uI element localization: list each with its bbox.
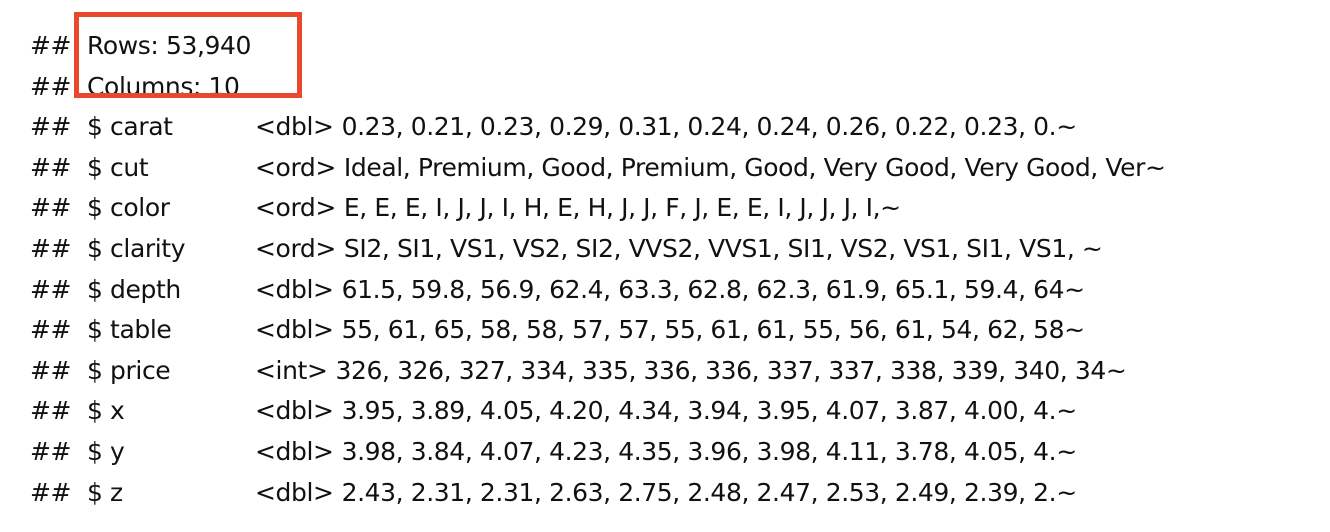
output-line-rows: ## Rows: 53,940 [30,26,1166,67]
column-name: $ price [87,355,171,385]
comment-prefix: ## [30,71,72,101]
column-type: <dbl> [255,274,334,304]
column-row-price: ## $ price <int> 326, 326, 327, 334, 335… [30,351,1166,392]
column-name: $ cut [87,152,149,182]
column-row-carat: ## $ carat <dbl> 0.23, 0.21, 0.23, 0.29,… [30,107,1166,148]
column-row-table: ## $ table <dbl> 55, 61, 65, 58, 58, 57,… [30,310,1166,351]
column-type: <dbl> [255,112,334,142]
column-row-depth: ## $ depth <dbl> 61.5, 59.8, 56.9, 62.4,… [30,270,1166,311]
column-values: 61.5, 59.8, 56.9, 62.4, 63.3, 62.8, 62.3… [341,274,1086,304]
column-name: $ color [87,193,170,223]
comment-prefix: ## [30,112,72,142]
column-name: $ depth [87,274,181,304]
comment-prefix: ## [30,31,72,60]
column-type: <ord> [255,152,336,182]
column-values: 55, 61, 65, 58, 58, 57, 57, 55, 61, 61, … [341,315,1086,345]
column-row-color: ## $ color <ord> E, E, E, I, J, J, I, H,… [30,188,1166,229]
comment-prefix: ## [30,152,72,182]
comment-prefix: ## [30,477,72,507]
column-row-y: ## $ y <dbl> 3.98, 3.84, 4.07, 4.23, 4.3… [30,432,1166,473]
column-row-x: ## $ x <dbl> 3.95, 3.89, 4.05, 4.20, 4.3… [30,391,1166,432]
glimpse-output: ## Rows: 53,940 ## Columns: 10 ## $ cara… [30,26,1166,513]
comment-prefix: ## [30,315,72,345]
column-values: 3.95, 3.89, 4.05, 4.20, 4.34, 3.94, 3.95… [341,396,1078,426]
column-values: 3.98, 3.84, 4.07, 4.23, 4.35, 3.96, 3.98… [341,436,1078,466]
comment-prefix: ## [30,355,72,385]
column-name: $ x [87,396,125,426]
output-line-columns: ## Columns: 10 [30,67,1166,108]
comment-prefix: ## [30,436,72,466]
comment-prefix: ## [30,193,72,223]
column-type: <ord> [255,193,336,223]
column-type: <dbl> [255,396,334,426]
column-type: <dbl> [255,315,334,345]
column-values: 2.43, 2.31, 2.31, 2.63, 2.75, 2.48, 2.47… [341,477,1078,507]
column-name: $ clarity [87,233,186,263]
column-row-z: ## $ z <dbl> 2.43, 2.31, 2.31, 2.63, 2.7… [30,473,1166,514]
column-type: <dbl> [255,477,334,507]
column-row-cut: ## $ cut <ord> Ideal, Premium, Good, Pre… [30,148,1166,189]
comment-prefix: ## [30,274,72,304]
column-name: $ carat [87,112,173,142]
column-name: $ z [87,477,123,507]
rows-count-text: Rows: 53,940 [87,31,252,60]
column-type: <int> [255,355,328,385]
column-row-clarity: ## $ clarity <ord> SI2, SI1, VS1, VS2, S… [30,229,1166,270]
column-values: Ideal, Premium, Good, Premium, Good, Ver… [343,152,1166,182]
column-type: <dbl> [255,436,334,466]
column-values: E, E, E, I, J, J, I, H, E, H, J, J, F, J… [343,193,901,223]
column-values: 0.23, 0.21, 0.23, 0.29, 0.31, 0.24, 0.24… [341,112,1078,142]
column-type: <ord> [255,233,336,263]
column-name: $ table [87,315,172,345]
column-values: 326, 326, 327, 334, 335, 336, 336, 337, … [335,355,1127,385]
comment-prefix: ## [30,396,72,426]
comment-prefix: ## [30,233,72,263]
column-name: $ y [87,436,125,466]
column-values: SI2, SI1, VS1, VS2, SI2, VVS2, VVS1, SI1… [343,233,1103,263]
columns-count-text: Columns: 10 [87,71,240,101]
